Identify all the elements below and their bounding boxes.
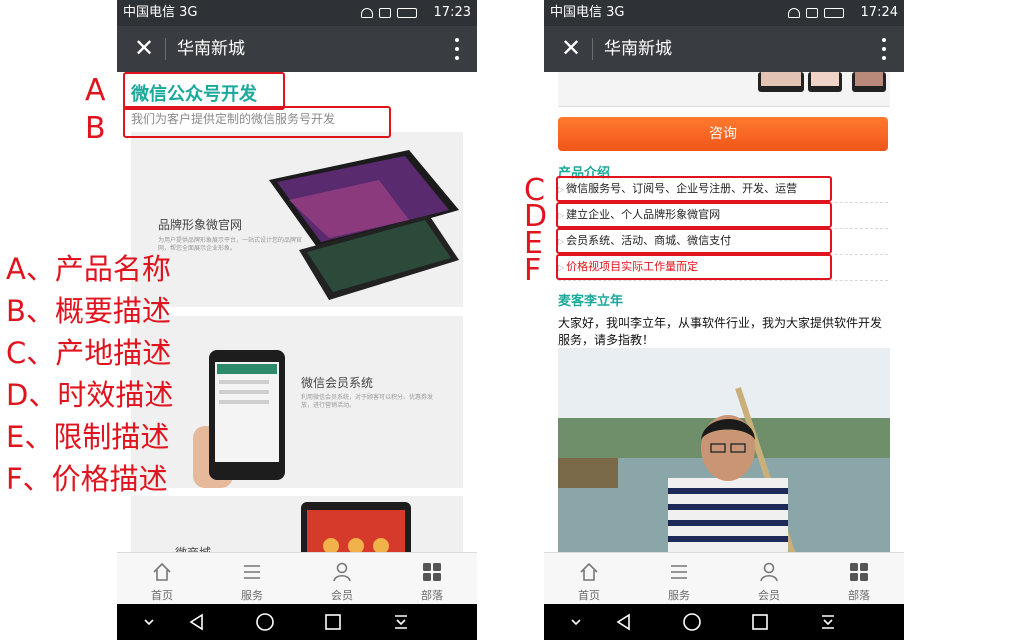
more-icon[interactable] xyxy=(882,38,886,60)
wifi-icon xyxy=(788,8,800,18)
clock: 17:24 xyxy=(860,5,898,20)
annotation-box-a xyxy=(123,72,285,110)
tab-members[interactable]: 会员 xyxy=(724,553,814,605)
status-icons xyxy=(361,0,417,26)
carrier-label: 中国电信 3G xyxy=(550,5,625,20)
legend-item: B、概要描述 xyxy=(6,294,171,328)
grid-icon xyxy=(850,563,868,581)
back-icon[interactable] xyxy=(614,612,634,632)
status-bar: 中国电信 3G 17:24 xyxy=(544,0,904,26)
title-divider xyxy=(165,38,166,60)
notification-pull-icon[interactable] xyxy=(391,612,411,632)
home-circle-icon[interactable] xyxy=(255,612,275,632)
tab-label: 部落 xyxy=(848,589,870,602)
page-content[interactable]: 咨询 产品介绍 ▷ 微信服务号、订阅号、企业号注册、开发、运营 ▷ 建立企业、个人品… xyxy=(544,72,904,552)
back-icon[interactable] xyxy=(187,612,207,632)
card-label: 品牌形象微官网 xyxy=(158,218,243,232)
tab-label: 首页 xyxy=(578,589,600,602)
tab-tribe[interactable]: 部落 xyxy=(387,553,477,605)
battery-icon xyxy=(397,8,417,18)
card-description: 为用户提供品牌形象展示平台，一站式设计您的品牌官网，帮您全面展示企业形象。 xyxy=(158,237,303,252)
notification-pull-icon[interactable] xyxy=(818,612,838,632)
battery-icon xyxy=(824,8,844,18)
bottom-tab-bar: 首页 服务 会员 部落 xyxy=(117,552,477,605)
app-title-bar: ✕ 华南新城 xyxy=(117,26,477,72)
tab-label: 会员 xyxy=(331,589,353,602)
app-title: 华南新城 xyxy=(177,39,245,59)
home-icon xyxy=(580,562,598,581)
recents-icon[interactable] xyxy=(323,612,343,632)
author-title: 麦客李立年 xyxy=(558,294,624,309)
tab-home[interactable]: 首页 xyxy=(544,553,634,605)
legend-item: D、时效描述 xyxy=(6,378,174,412)
bottom-tab-bar: 首页 服务 会员 部落 xyxy=(544,552,904,605)
recents-icon[interactable] xyxy=(750,612,770,632)
card-label: 微信会员系统 xyxy=(301,376,374,390)
list-icon xyxy=(671,565,687,579)
title-divider xyxy=(592,38,593,60)
system-nav-bar xyxy=(544,604,904,640)
signal-icon xyxy=(806,8,818,18)
right-phone-screen: 中国电信 3G 17:24 ✕ 华南新城 咨询 产品介绍 ▷ 微信服务号、订阅号、… xyxy=(544,0,904,640)
tab-members[interactable]: 会员 xyxy=(297,553,387,605)
wifi-icon xyxy=(361,8,373,18)
close-icon[interactable]: ✕ xyxy=(131,34,157,62)
collapse-icon[interactable] xyxy=(566,612,586,632)
more-icon[interactable] xyxy=(455,38,459,60)
card-label: 微商城 xyxy=(175,544,211,552)
close-icon[interactable]: ✕ xyxy=(558,34,584,62)
tab-home[interactable]: 首页 xyxy=(117,553,207,605)
consult-button[interactable]: 咨询 xyxy=(558,117,888,151)
annotation-box-d xyxy=(556,202,832,228)
legend-item: F、价格描述 xyxy=(6,462,168,496)
user-icon xyxy=(333,562,351,582)
annotation-letter-a: A xyxy=(85,73,106,108)
card-description: 利用微信会员系统，对于顾客可以积分、优惠券发放，进行营销活动。 xyxy=(301,394,434,409)
tab-services[interactable]: 服务 xyxy=(634,553,724,605)
tab-label: 服务 xyxy=(668,589,690,602)
annotation-box-e xyxy=(556,228,832,254)
shop-phone-illustration xyxy=(301,502,411,552)
tab-label: 首页 xyxy=(151,589,173,602)
legend-item: E、限制描述 xyxy=(6,420,170,454)
tab-label: 会员 xyxy=(758,589,780,602)
app-title-bar: ✕ 华南新城 xyxy=(544,26,904,72)
feature-card-shop[interactable]: 微商城 xyxy=(131,496,463,552)
carrier-label: 中国电信 3G xyxy=(123,5,198,20)
tablet-illustration xyxy=(269,150,459,300)
feature-card-brand-site[interactable]: 品牌形象微官网 为用户提供品牌形象展示平台，一站式设计您的品牌官网，帮您全面展示… xyxy=(131,132,463,307)
author-intro: 大家好，我叫李立年，从事软件行业，我为大家提供软件开发服务，请多指教！ xyxy=(558,316,883,347)
tab-services[interactable]: 服务 xyxy=(207,553,297,605)
list-icon xyxy=(244,565,260,579)
home-circle-icon[interactable] xyxy=(682,612,702,632)
author-photo xyxy=(558,348,890,552)
clock: 17:23 xyxy=(433,5,471,20)
annotation-letter-f: F xyxy=(524,253,542,288)
product-preview-strip xyxy=(558,72,890,107)
annotation-letter-b: B xyxy=(85,111,106,146)
legend-item: C、产地描述 xyxy=(6,336,172,370)
collapse-icon[interactable] xyxy=(139,612,159,632)
feature-card-member-system[interactable]: 微信会员系统 利用微信会员系统，对于顾客可以积分、优惠券发放，进行营销活动。 xyxy=(131,316,463,488)
annotation-box-b xyxy=(123,106,391,138)
tab-label: 部落 xyxy=(421,589,443,602)
status-bar: 中国电信 3G 17:23 xyxy=(117,0,477,26)
user-icon xyxy=(760,562,778,582)
home-icon xyxy=(153,562,171,581)
status-icons xyxy=(788,0,844,26)
signal-icon xyxy=(379,8,391,18)
annotation-box-f xyxy=(556,254,832,280)
grid-icon xyxy=(423,563,441,581)
tab-tribe[interactable]: 部落 xyxy=(814,553,904,605)
legend-item: A、产品名称 xyxy=(6,252,171,286)
phone-in-hand-illustration xyxy=(193,350,285,488)
annotation-box-c xyxy=(556,176,832,202)
legend-list: A、产品名称 B、概要描述 C、产地描述 D、时效描述 E、限制描述 F、价格描… xyxy=(6,248,173,500)
tab-label: 服务 xyxy=(241,589,263,602)
app-title: 华南新城 xyxy=(604,39,672,59)
system-nav-bar xyxy=(117,604,477,640)
